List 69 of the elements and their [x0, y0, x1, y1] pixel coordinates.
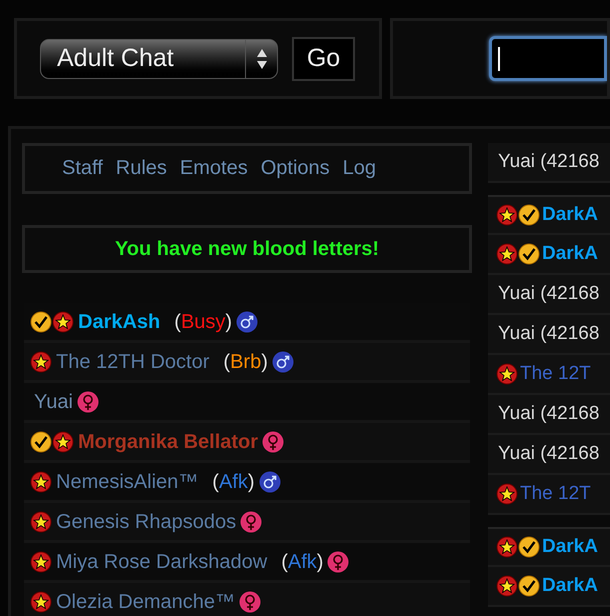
star-badge-icon	[30, 510, 52, 532]
room-select[interactable]: Adult Chat	[40, 38, 278, 78]
user-name: Miya Rose Darkshadow	[56, 550, 268, 574]
status-paren: )	[248, 470, 255, 494]
user-name: Genesis Rhapsodos	[56, 510, 236, 534]
room-select-value: Adult Chat	[56, 42, 175, 74]
stepper-arrows-icon	[256, 48, 268, 70]
star-badge-icon	[30, 590, 52, 612]
star-badge-icon	[496, 204, 518, 226]
female-symbol-icon	[238, 590, 261, 612]
check-badge-icon	[518, 243, 540, 265]
check-badge-icon	[518, 204, 540, 226]
status-paren: )	[261, 350, 268, 374]
male-symbol-icon	[258, 470, 281, 492]
star-badge-icon	[496, 536, 518, 558]
user-name: The 12TH Doctor	[56, 350, 210, 374]
check-badge-icon	[518, 575, 540, 597]
message-author: DarkA	[542, 574, 598, 598]
user-status: Afk	[218, 470, 248, 494]
male-symbol-icon	[236, 310, 258, 332]
message-input-field[interactable]	[489, 36, 607, 81]
nav-link[interactable]: Rules	[116, 153, 167, 184]
message-author: DarkA	[542, 242, 598, 266]
status-paren: )	[225, 310, 232, 334]
star-badge-icon	[496, 243, 518, 265]
status-paren: (	[223, 350, 230, 374]
female-symbol-icon	[327, 550, 350, 572]
check-badge-icon	[30, 430, 52, 452]
user-status: Afk	[288, 550, 317, 574]
message-author: The 12T	[520, 362, 591, 386]
star-badge-icon	[30, 550, 52, 572]
star-badge-icon	[52, 430, 74, 452]
status-paren: (	[281, 550, 288, 574]
star-badge-icon	[496, 363, 518, 385]
user-status: Brb	[230, 350, 262, 374]
message-author: Yuai (42168	[498, 322, 600, 346]
user-status: Busy	[180, 310, 226, 334]
nav-link[interactable]: Staff	[62, 153, 103, 184]
message-author: Yuai (42168	[498, 282, 600, 306]
message-author: The 12T	[520, 482, 591, 506]
check-badge-icon	[30, 310, 52, 332]
star-badge-icon	[30, 470, 52, 492]
star-badge-icon	[30, 350, 52, 372]
user-name: Yuai	[34, 390, 73, 414]
nav-link[interactable]: Options	[260, 153, 330, 184]
female-symbol-icon	[76, 390, 99, 412]
status-paren: (	[212, 470, 219, 494]
nav-link[interactable]: Emotes	[180, 153, 248, 184]
notice-message: You have new blood letters!	[114, 236, 380, 262]
status-paren: (	[174, 310, 181, 334]
user-name: NemesisAlien™	[56, 470, 198, 494]
user-name: Morganika Bellator	[78, 430, 258, 454]
status-paren: )	[316, 550, 324, 574]
user-name: Olezia Demanche™	[56, 590, 235, 614]
user-name: DarkAsh	[78, 310, 160, 334]
star-badge-icon	[52, 310, 74, 332]
message-author: DarkA	[542, 202, 598, 227]
star-badge-icon	[496, 575, 518, 597]
star-badge-icon	[496, 483, 518, 505]
message-author: Yuai (42168	[498, 402, 600, 426]
male-symbol-icon	[272, 350, 294, 372]
message-author: DarkA	[542, 534, 598, 559]
go-button[interactable]: Go	[292, 36, 355, 80]
female-symbol-icon	[262, 430, 284, 452]
check-badge-icon	[518, 536, 540, 558]
female-symbol-icon	[240, 510, 262, 532]
nav-link[interactable]: Log	[342, 153, 376, 184]
message-author: Yuai (42168	[498, 442, 600, 466]
message-author: Yuai (42168	[498, 150, 600, 174]
